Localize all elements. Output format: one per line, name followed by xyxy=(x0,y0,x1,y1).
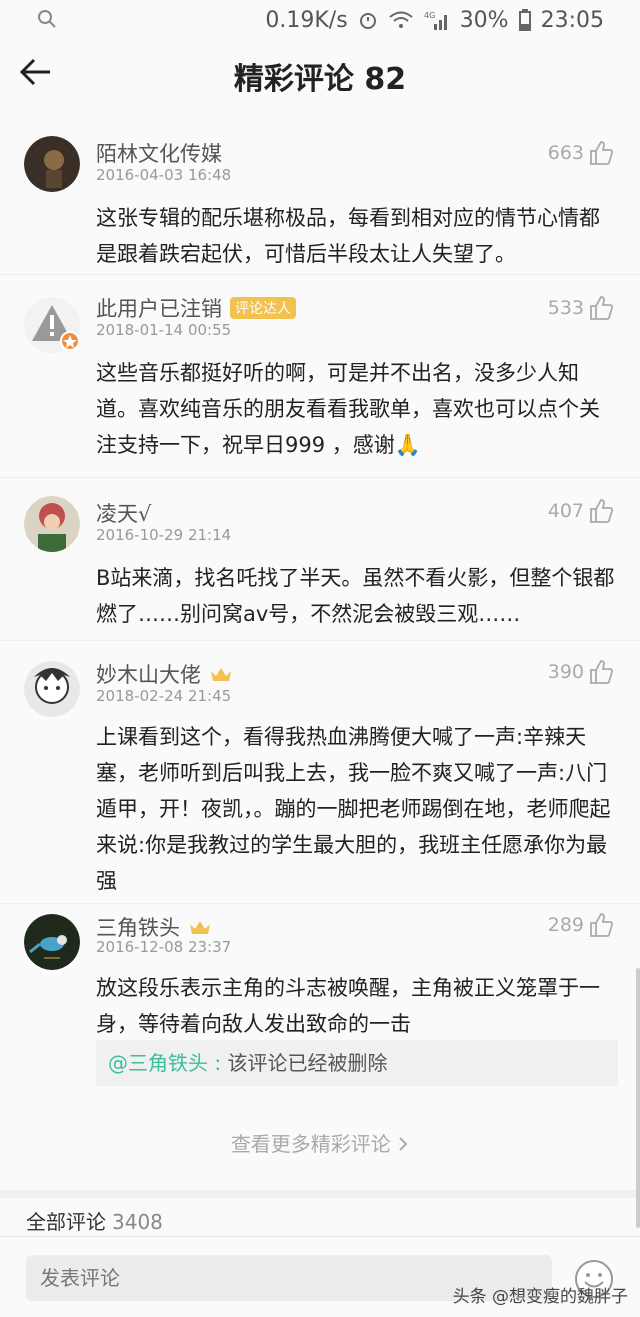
like-count: 533 xyxy=(547,297,584,319)
reply-text: 该评论已经被删除 xyxy=(221,1051,388,1075)
like-count: 663 xyxy=(547,142,584,164)
comment-text: B站来滴，找名吒找了半天。虽然不看火影，但整个银都燃了……别问窝av号，不然泥会… xyxy=(96,566,615,626)
comment-text: 放这段乐表示主角的斗志被唤醒，主角被正义笼罩于一身，等待着向敌人发出致命的一击 xyxy=(96,976,600,1036)
comment-text: 这些音乐都挺好听的啊，可是并不出名，没多少人知道。喜欢纯音乐的朋友看看我歌单，喜… xyxy=(96,361,600,457)
comment-date: 2016-04-03 16:48 xyxy=(96,166,232,184)
avatar[interactable] xyxy=(24,914,80,970)
header: 精彩评论 82 xyxy=(0,40,640,110)
clock: 23:05 xyxy=(540,7,604,33)
like-count: 289 xyxy=(547,914,584,936)
search-icon xyxy=(38,10,56,28)
avatar[interactable] xyxy=(24,496,80,552)
avatar[interactable] xyxy=(24,136,80,192)
battery-icon xyxy=(518,9,531,31)
thumbs-up-icon xyxy=(590,296,614,320)
like-button[interactable]: 407 xyxy=(548,498,614,524)
all-comments-header: 全部评论 3408 xyxy=(26,1206,163,1235)
scroll-indicator xyxy=(636,968,640,1228)
page-title: 精彩评论 82 xyxy=(233,62,407,97)
thumbs-up-icon xyxy=(590,660,614,684)
comment-date: 2018-02-24 21:45 xyxy=(96,687,232,705)
battery-percent: 30% xyxy=(459,7,509,33)
all-comments-count: 3408 xyxy=(112,1210,163,1234)
more-comments-link[interactable]: 查看更多精彩评论 xyxy=(0,1128,640,1157)
like-count: 407 xyxy=(547,500,584,522)
avatar[interactable] xyxy=(24,297,80,353)
status-bar: 0.19K/s 4G 30% 23:05 xyxy=(0,0,640,40)
signal-icon: 4G xyxy=(424,11,447,30)
comment-item: 此用户已注销 评论达人 2018-01-14 00:55 533 这些音乐都挺好… xyxy=(0,275,640,478)
comment-text: 上课看到这个，看得我热血沸腾便大喊了一声:辛辣天塞，老师听到后叫我上去，我一脸不… xyxy=(96,725,611,893)
all-comments-label: 全部评论 xyxy=(26,1210,106,1234)
like-button[interactable]: 390 xyxy=(548,659,614,685)
watermark: 头条 @想变瘦的魏胖子 xyxy=(452,1287,628,1307)
like-count: 390 xyxy=(547,661,584,683)
comment-list: 陌林文化传媒 2016-04-03 16:48 663 这张专辑的配乐堪称极品，… xyxy=(0,110,640,1104)
crown-icon xyxy=(211,668,231,681)
network-type: 4G xyxy=(424,11,435,20)
comment-item: 妙木山大佬 2018-02-24 21:45 390 上课看到这个，看得我热血沸… xyxy=(0,641,640,904)
username[interactable]: 此用户已注销 xyxy=(96,293,222,323)
comment-date: 2018-01-14 00:55 xyxy=(96,321,232,339)
comment-item: 三角铁头 2016-12-08 23:37 289 放这段乐表示主角的斗志被唤醒… xyxy=(0,904,640,1104)
reply-quote[interactable]: @三角铁头 : 该评论已经被删除 xyxy=(96,1040,618,1086)
network-speed: 0.19K/s xyxy=(265,7,348,33)
section-divider xyxy=(0,1190,640,1198)
thumbs-up-icon xyxy=(590,141,614,165)
like-button[interactable]: 533 xyxy=(548,295,614,321)
comment-date: 2016-10-29 21:14 xyxy=(96,526,232,544)
like-button[interactable]: 289 xyxy=(548,912,614,938)
commenter-badge: 评论达人 xyxy=(230,297,296,319)
comment-item: 凌天√ 2016-10-29 21:14 407 B站来滴，找名吒找了半天。虽然… xyxy=(0,478,640,641)
comment-text: 这张专辑的配乐堪称极品，每看到相对应的情节心情都是跟着跌宕起伏，可惜后半段太让人… xyxy=(96,206,600,266)
wifi-icon xyxy=(389,11,413,28)
like-button[interactable]: 663 xyxy=(548,140,614,166)
comment-item: 陌林文化传媒 2016-04-03 16:48 663 这张专辑的配乐堪称极品，… xyxy=(0,110,640,275)
avatar[interactable] xyxy=(24,661,80,717)
comment-date: 2016-12-08 23:37 xyxy=(96,938,232,956)
thumbs-up-icon xyxy=(590,913,614,937)
chevron-right-icon xyxy=(399,1137,408,1151)
username[interactable]: 陌林文化传媒 xyxy=(96,138,222,168)
thumbs-up-icon xyxy=(590,499,614,523)
crown-icon xyxy=(190,921,210,934)
username[interactable]: 妙木山大佬 xyxy=(96,659,201,689)
reply-author[interactable]: @三角铁头 : xyxy=(108,1051,221,1075)
username[interactable]: 凌天√ xyxy=(96,498,151,528)
alarm-icon xyxy=(359,13,376,29)
more-comments-label: 查看更多精彩评论 xyxy=(230,1132,391,1156)
